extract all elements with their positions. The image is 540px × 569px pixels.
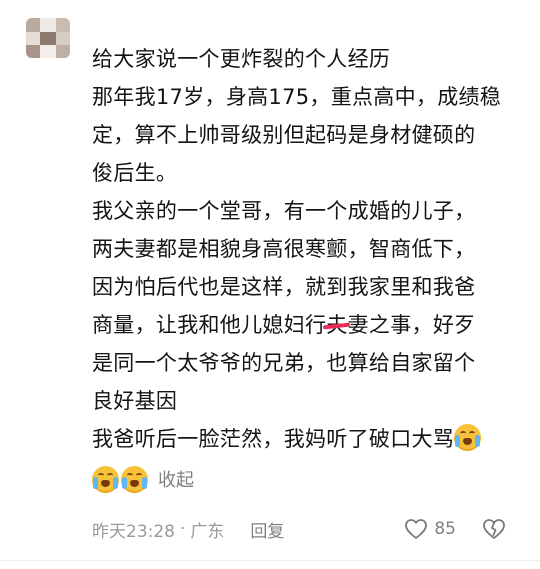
heart-outline-icon: [405, 519, 428, 539]
comment-text-fragment: 我爸听后一脸茫然，我妈听了破口大骂: [92, 427, 455, 451]
comment-line: 给大家说一个更炸裂的个人经历: [92, 47, 391, 71]
comment-line: 那年我17岁，身高175，重点高中，成绩稳: [92, 85, 502, 109]
comment-line-with-strike: 商量，让我和他儿媳妇行夫妻之事，好歹: [92, 306, 532, 344]
comment-line: 良好基因: [92, 389, 178, 413]
comment-location: 广东: [190, 521, 225, 542]
dislike-button[interactable]: [482, 518, 506, 540]
comment-paragraph: 我爸听后一脸茫然，我妈听了破口大骂: [92, 420, 532, 458]
comment-body: 给大家说一个更炸裂的个人经历 那年我17岁，身高175，重点高中，成绩稳 定，算…: [92, 40, 532, 498]
comment-paragraph: 那年我17岁，身高175，重点高中，成绩稳 定，算不上帅哥级别但起码是身材健硕的…: [92, 78, 532, 192]
struck-character: 夫: [326, 313, 348, 337]
avatar[interactable]: [26, 18, 70, 58]
comment-meta: 昨天23:28 · 广东 回复 85: [92, 514, 520, 544]
comment-line: 俊后生。: [92, 161, 178, 185]
reply-button[interactable]: 回复: [250, 517, 284, 542]
like-count: 85: [434, 519, 456, 539]
comment-line: 两夫妻都是相貌身高很寒颤，智商低下，: [92, 237, 476, 261]
comment-tail: 收起: [92, 460, 532, 498]
comment-line: 是同一个太爷爷的兄弟，也算给自家留个: [92, 351, 476, 375]
comment-paragraph: 给大家说一个更炸裂的个人经历: [92, 40, 532, 78]
comment-line: 定，算不上帅哥级别但起码是身材健硕的: [92, 123, 476, 147]
comment-text-fragment: 妻之事，好歹: [347, 313, 476, 337]
loudly-crying-face-icon: [92, 465, 119, 493]
comment-paragraph: 我父亲的一个堂哥，有一个成婚的儿子， 两夫妻都是相貌身高很寒颤，智商低下， 因为…: [92, 192, 532, 420]
comment-time: 昨天23:28: [92, 521, 175, 542]
comment-line: 我父亲的一个堂哥，有一个成婚的儿子，: [92, 199, 476, 223]
comment-line: 因为怕后代也是这样，就到我家里和我爸: [92, 275, 476, 299]
loudly-crying-face-icon: [121, 465, 148, 493]
comment-text-fragment: 商量，让我和他儿媳妇行: [92, 313, 327, 337]
loudly-crying-face-icon: [454, 424, 482, 451]
like-button[interactable]: 85: [404, 518, 456, 540]
meta-separator: ·: [180, 519, 186, 539]
broken-heart-outline-icon: [483, 519, 505, 539]
divider: [0, 560, 540, 561]
comment-line: 我爸听后一脸茫然，我妈听了破口大骂: [92, 420, 532, 458]
collapse-button[interactable]: 收起: [158, 466, 194, 492]
